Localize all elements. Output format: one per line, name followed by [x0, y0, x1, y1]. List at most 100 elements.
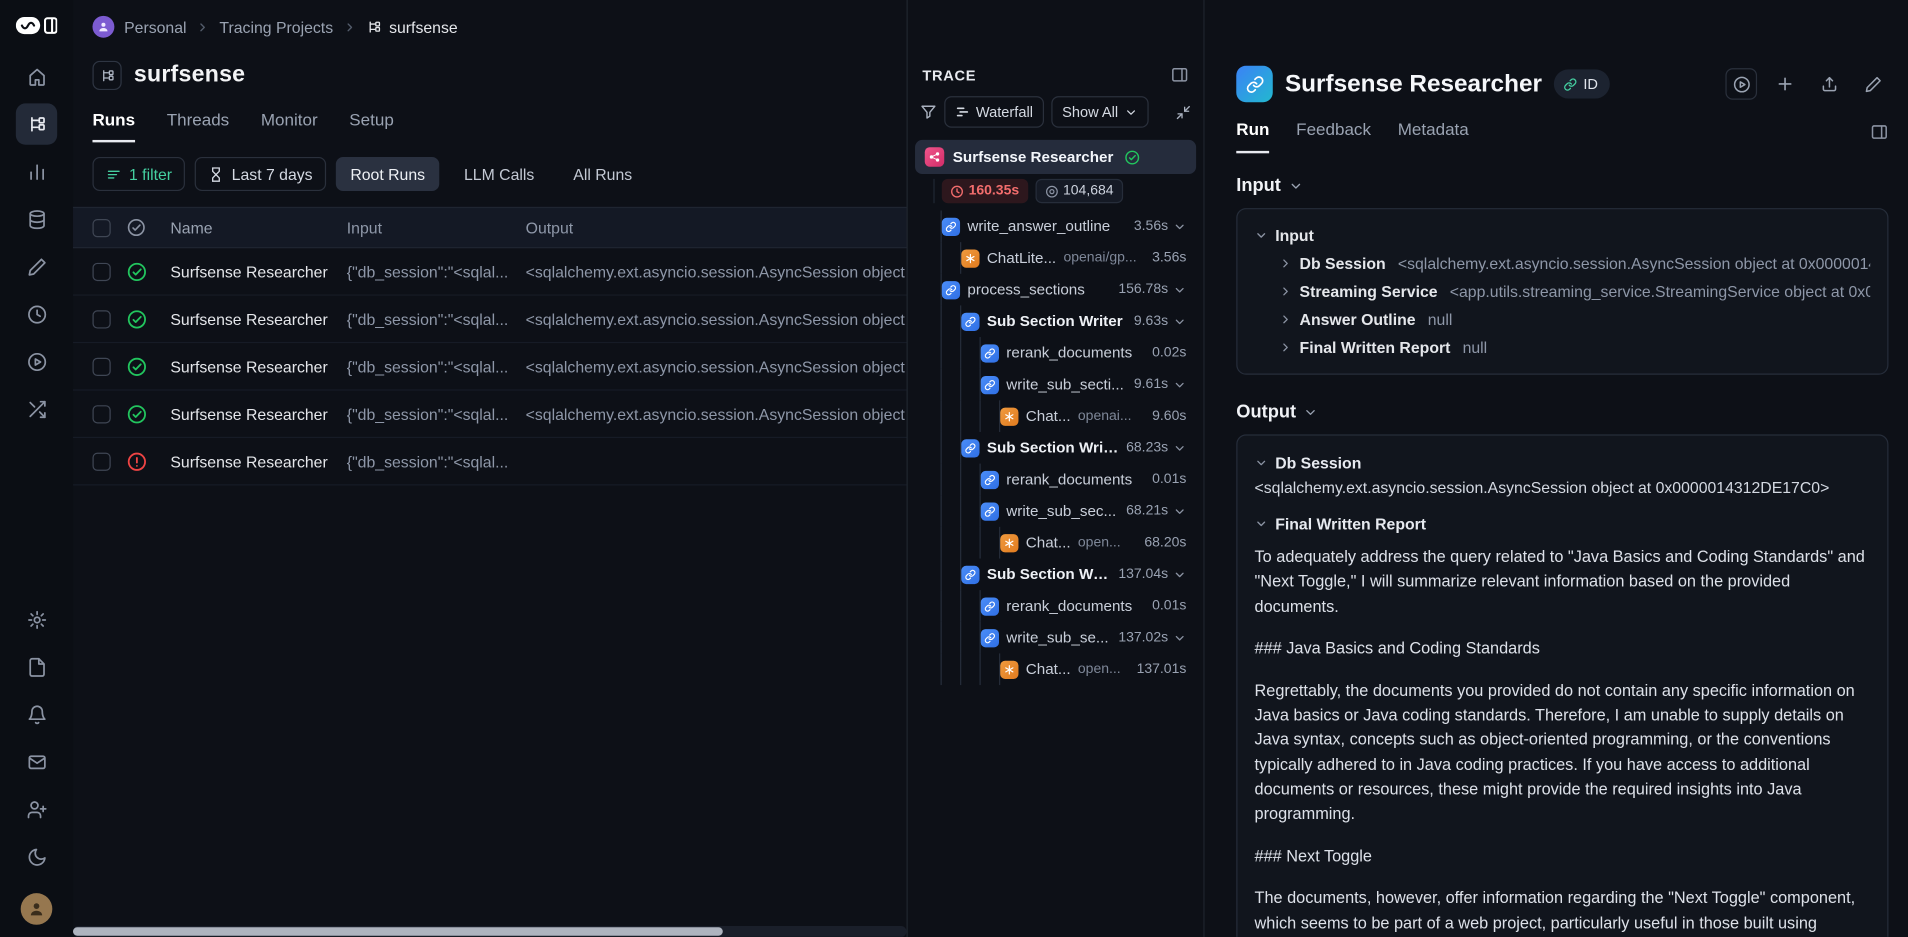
chevron-down-icon[interactable]	[1173, 220, 1186, 233]
tab-threads[interactable]: Threads	[167, 110, 229, 143]
trace-node[interactable]: rerank_documents0.01s	[915, 464, 1196, 496]
trace-node[interactable]: Chat...openai...9.60s	[915, 400, 1196, 432]
tab-run[interactable]: Run	[1236, 119, 1269, 153]
datasets-icon[interactable]	[16, 198, 57, 239]
table-row[interactable]: Surfsense Researcher{"db_session":"<sqla…	[73, 296, 907, 343]
breadcrumb-org[interactable]: Personal	[124, 18, 186, 36]
table-row[interactable]: Surfsense Researcher{"db_session":"<sqla…	[73, 248, 907, 295]
column-input[interactable]: Input	[347, 218, 526, 236]
automations-icon[interactable]	[16, 293, 57, 334]
trace-node-name: Sub Section Wri...	[987, 566, 1111, 583]
chevron-down-icon[interactable]	[1173, 631, 1186, 644]
segment-all-runs[interactable]: All Runs	[559, 157, 647, 191]
chevron-down-icon[interactable]	[1173, 441, 1186, 454]
add-to-dataset-icon[interactable]	[1769, 68, 1801, 100]
share-icon[interactable]	[1813, 68, 1845, 100]
tab-monitor[interactable]: Monitor	[261, 110, 318, 143]
panel-right-icon[interactable]	[1870, 123, 1888, 153]
deployments-icon[interactable]	[16, 388, 57, 429]
chevron-down-icon[interactable]	[1173, 504, 1186, 517]
row-checkbox[interactable]	[92, 310, 110, 328]
tab-runs[interactable]: Runs	[92, 110, 135, 143]
trace-node[interactable]: rerank_documents0.02s	[915, 337, 1196, 369]
trace-node[interactable]: Chat...open...137.01s	[915, 653, 1196, 685]
latency-badge: 160.35s	[942, 179, 1028, 203]
tab-setup[interactable]: Setup	[349, 110, 394, 143]
row-checkbox[interactable]	[92, 405, 110, 423]
row-checkbox[interactable]	[92, 262, 110, 280]
chevron-down-icon[interactable]	[1173, 568, 1186, 581]
trace-node[interactable]: Chat...open...68.20s	[915, 527, 1196, 559]
trace-node[interactable]: ChatLite...openai/gp...3.56s	[915, 242, 1196, 274]
trace-node[interactable]: write_answer_outline3.56s	[915, 211, 1196, 243]
chevron-right-icon[interactable]	[1279, 313, 1292, 326]
trace-root-node[interactable]: Surfsense Researcher	[915, 140, 1196, 174]
table-row[interactable]: Surfsense Researcher{"db_session":"<sqla…	[73, 391, 907, 438]
trace-node[interactable]: Sub Section Writer9.63s	[915, 305, 1196, 337]
input-section-heading[interactable]: Input	[1236, 175, 1888, 196]
horizontal-scrollbar[interactable]	[73, 926, 907, 937]
playground-icon[interactable]	[16, 341, 57, 382]
chevron-down-icon[interactable]	[1173, 315, 1186, 328]
panel-right-icon[interactable]	[1171, 66, 1189, 84]
trace-node[interactable]: write_sub_secti...9.61s	[915, 369, 1196, 401]
table-row[interactable]: Surfsense Researcher{"db_session":"<sqla…	[73, 438, 907, 485]
theme-toggle-icon[interactable]	[16, 836, 57, 877]
segment-llm-calls[interactable]: LLM Calls	[449, 157, 549, 191]
chevron-right-icon[interactable]	[1279, 257, 1292, 270]
segment-root-runs[interactable]: Root Runs	[336, 157, 440, 191]
input-tree-field[interactable]: Answer Outlinenull	[1255, 305, 1871, 333]
trace-node[interactable]: Sub Section Wri...137.04s	[915, 559, 1196, 591]
annotation-icon[interactable]	[16, 246, 57, 287]
settings-icon[interactable]	[16, 599, 57, 640]
trace-node[interactable]: write_sub_sec...68.21s	[915, 495, 1196, 527]
output-section-heading[interactable]: Output	[1236, 402, 1888, 423]
docs-icon[interactable]	[16, 646, 57, 687]
date-range-chip[interactable]: Last 7 days	[195, 157, 326, 191]
row-checkbox[interactable]	[92, 357, 110, 375]
output-db-session-key[interactable]: Db Session	[1255, 448, 1871, 477]
table-row[interactable]: Surfsense Researcher{"db_session":"<sqla…	[73, 343, 907, 390]
output-report-key[interactable]: Final Written Report	[1255, 509, 1871, 538]
input-tree-field[interactable]: Db Session<sqlalchemy.ext.asyncio.sessio…	[1255, 249, 1871, 277]
chevron-right-icon[interactable]	[1279, 341, 1292, 354]
collapse-all-icon[interactable]	[1175, 104, 1191, 120]
home-icon[interactable]	[16, 56, 57, 97]
view-mode-select[interactable]: Waterfall	[944, 96, 1044, 128]
trace-node[interactable]: write_sub_se...137.02s	[915, 622, 1196, 654]
breadcrumb-project[interactable]: surfsense	[366, 18, 458, 36]
breadcrumb-section[interactable]: Tracing Projects	[219, 18, 333, 36]
input-tree-field[interactable]: Final Written Reportnull	[1255, 333, 1871, 361]
tracing-icon[interactable]	[16, 103, 57, 144]
run-id-badge[interactable]: ID	[1554, 69, 1610, 98]
evaluation-icon[interactable]	[16, 151, 57, 192]
show-all-select[interactable]: Show All	[1051, 96, 1148, 128]
row-checkbox[interactable]	[92, 452, 110, 470]
hourglass-icon	[209, 166, 225, 182]
org-avatar[interactable]	[92, 16, 114, 38]
user-avatar[interactable]	[21, 893, 53, 925]
trace-filter-icon[interactable]	[920, 103, 937, 120]
tab-metadata[interactable]: Metadata	[1398, 119, 1469, 153]
trace-node[interactable]: Sub Section Writer68.23s	[915, 432, 1196, 464]
trace-node[interactable]: process_sections156.78s	[915, 274, 1196, 306]
chevron-down-icon[interactable]	[1173, 283, 1186, 296]
column-output[interactable]: Output	[526, 218, 907, 236]
status-column-icon[interactable]	[127, 218, 171, 237]
filter-chip[interactable]: 1 filter	[92, 157, 185, 191]
invite-user-icon[interactable]	[16, 788, 57, 829]
chevron-right-icon[interactable]	[1279, 285, 1292, 298]
input-tree-field[interactable]: Streaming Service<app.utils.streaming_se…	[1255, 277, 1871, 305]
inbox-icon[interactable]	[16, 741, 57, 782]
select-all-checkbox[interactable]	[92, 218, 110, 236]
chevron-down-icon[interactable]	[1173, 378, 1186, 391]
trace-node[interactable]: rerank_documents0.01s	[915, 590, 1196, 622]
scrollbar-thumb[interactable]	[73, 927, 723, 936]
input-tree-root[interactable]: Input	[1255, 221, 1871, 249]
trace-node-name: Sub Section Writer	[987, 439, 1119, 456]
tab-feedback[interactable]: Feedback	[1296, 119, 1371, 153]
open-in-playground-icon[interactable]	[1725, 68, 1757, 100]
notifications-icon[interactable]	[16, 694, 57, 735]
column-name[interactable]: Name	[170, 218, 346, 236]
edit-icon[interactable]	[1857, 68, 1889, 100]
